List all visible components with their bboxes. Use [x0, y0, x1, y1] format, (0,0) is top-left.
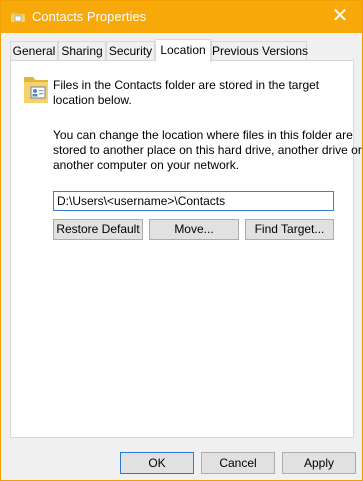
- location-panel: [10, 60, 354, 438]
- tab-security[interactable]: Security: [106, 41, 155, 60]
- ok-button[interactable]: OK: [120, 452, 194, 474]
- contacts-folder-icon: [24, 77, 48, 103]
- cancel-button[interactable]: Cancel: [201, 452, 275, 474]
- tab-general[interactable]: General: [10, 41, 58, 60]
- tab-sharing[interactable]: Sharing: [58, 41, 106, 60]
- folder-icon: [11, 12, 25, 22]
- description-line: another computer on your network.: [53, 158, 240, 172]
- tab-strip: General Sharing Security Location Previo…: [10, 39, 355, 62]
- apply-button[interactable]: Apply: [282, 452, 356, 474]
- description-line: You can change the location where files …: [53, 128, 353, 142]
- find-target-button[interactable]: Find Target...: [245, 219, 334, 240]
- move-button[interactable]: Move...: [149, 219, 239, 240]
- info-line: location below.: [53, 93, 132, 107]
- description-text: You can change the location where files …: [53, 128, 362, 173]
- restore-default-button[interactable]: Restore Default: [53, 219, 143, 240]
- info-line: Files in the Contacts folder are stored …: [53, 78, 320, 92]
- window-title: Contacts Properties: [32, 9, 147, 24]
- info-text: Files in the Contacts folder are stored …: [53, 78, 319, 108]
- properties-window: Contacts Properties ✕ General Sharing Se…: [0, 0, 363, 481]
- location-path-input[interactable]: [53, 191, 334, 211]
- close-button[interactable]: ✕: [318, 1, 362, 33]
- tab-previous-versions[interactable]: Previous Versions: [211, 41, 308, 60]
- description-line: stored to another place on this hard dri…: [53, 143, 362, 157]
- title-bar[interactable]: Contacts Properties ✕: [1, 1, 362, 33]
- tab-location[interactable]: Location: [155, 39, 211, 62]
